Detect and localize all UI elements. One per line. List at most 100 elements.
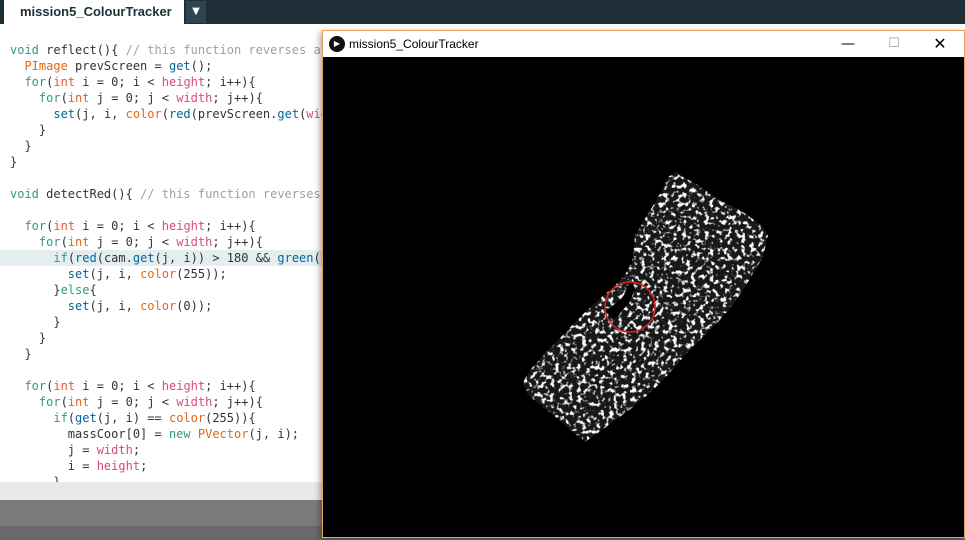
code-line[interactable]: for(int i = 0; i < height; i++){: [0, 218, 330, 234]
sketch-window: ▶ mission5_ColourTracker — ☐ ✕: [322, 30, 965, 538]
code-token: i = 0; i <: [75, 219, 162, 233]
code-token: void: [10, 187, 39, 201]
code-token: width: [176, 395, 213, 409]
code-token: (255)){: [205, 411, 256, 425]
sketch-titlebar[interactable]: ▶ mission5_ColourTracker — ☐ ✕: [323, 31, 964, 57]
code-line[interactable]: }: [0, 330, 330, 346]
code-token: (j, i) ==: [96, 411, 169, 425]
code-token: width: [176, 91, 213, 105]
code-line[interactable]: for(int i = 0; i < height; i++){: [0, 74, 330, 90]
code-token: j =: [10, 443, 97, 457]
code-text: if(red(cam.get(j, i)) > 180 && green(ca: [0, 251, 335, 265]
code-token: ;: [132, 443, 141, 457]
code-text: }: [0, 475, 61, 482]
code-line[interactable]: if(red(cam.get(j, i)) > 180 && green(ca: [0, 250, 335, 266]
code-token: (j, i,: [89, 267, 141, 281]
code-token: for: [38, 91, 61, 105]
code-token: // this function reverses a: [140, 187, 336, 201]
code-token: for: [24, 75, 47, 89]
code-line[interactable]: i = height;: [0, 458, 330, 474]
code-line[interactable]: for(int i = 0; i < height; i++){: [0, 378, 330, 394]
code-line[interactable]: }: [0, 314, 330, 330]
code-token: (: [60, 395, 68, 409]
code-text: set(j, i, color(0));: [0, 299, 213, 313]
code-line[interactable]: [0, 170, 330, 186]
code-line[interactable]: }: [0, 154, 330, 170]
code-text: for(int i = 0; i < height; i++){: [0, 379, 255, 393]
code-token: color: [125, 107, 162, 121]
code-token: }: [10, 347, 32, 361]
code-line[interactable]: for(int j = 0; j < width; j++){: [0, 234, 330, 250]
code-text: for(int j = 0; j < width; j++){: [0, 91, 263, 105]
code-line[interactable]: }else{: [0, 282, 330, 298]
code-line[interactable]: }: [0, 138, 330, 154]
code-line[interactable]: [0, 362, 330, 378]
code-token: int: [67, 395, 90, 409]
code-line[interactable]: }: [0, 346, 330, 362]
code-token: color: [140, 299, 177, 313]
code-line[interactable]: }: [0, 122, 330, 138]
code-token: massCoor[0] =: [10, 427, 169, 441]
code-token: for: [24, 379, 47, 393]
code-line[interactable]: }: [0, 474, 330, 482]
code-token: (j, i)) > 180 &&: [154, 251, 278, 265]
code-text: for(int i = 0; i < height; i++){: [0, 75, 255, 89]
tab-menu-button[interactable]: ▼: [186, 1, 206, 23]
code-token: green: [277, 251, 314, 265]
code-token: ; j++){: [212, 395, 263, 409]
code-token: (0));: [176, 299, 213, 313]
code-token: get: [168, 59, 191, 73]
code-token: if: [53, 411, 68, 425]
code-token: }: [10, 475, 61, 482]
code-token: height: [96, 459, 141, 473]
code-line[interactable]: set(j, i, color(255));: [0, 266, 330, 282]
code-token: set: [67, 267, 90, 281]
code-text: }: [0, 331, 46, 345]
code-line[interactable]: j = width;: [0, 442, 330, 458]
code-text: j = width;: [0, 443, 140, 457]
code-token: for: [24, 219, 47, 233]
code-line[interactable]: [0, 202, 330, 218]
code-token: i = 0; i <: [75, 379, 162, 393]
code-token: width: [176, 235, 213, 249]
code-line[interactable]: for(int j = 0; j < width; j++){: [0, 394, 330, 410]
code-token: get: [132, 251, 155, 265]
sketch-window-title: mission5_ColourTracker: [349, 37, 479, 51]
code-line[interactable]: set(j, i, color(red(prevScreen.get(widt: [0, 106, 335, 122]
code-token: }: [10, 331, 47, 345]
code-token: int: [67, 235, 90, 249]
code-token: prevScreen =: [67, 59, 169, 73]
code-line[interactable]: massCoor[0] = new PVector(j, i);: [0, 426, 330, 442]
code-token: (: [60, 91, 68, 105]
code-token: void: [10, 43, 39, 57]
code-line[interactable]: if(get(j, i) == color(255)){: [0, 410, 330, 426]
code-line[interactable]: set(j, i, color(0));: [0, 298, 330, 314]
code-token: (: [67, 251, 76, 265]
code-token: detectRed(){: [38, 187, 141, 201]
code-line[interactable]: for(int j = 0; j < width; j++){: [0, 90, 330, 106]
code-text: PImage prevScreen = get();: [0, 59, 212, 73]
tab-sketch[interactable]: mission5_ColourTracker: [4, 0, 184, 24]
code-token: color: [168, 411, 206, 425]
maximize-button[interactable]: ☐: [871, 31, 917, 57]
code-token: red: [168, 107, 191, 121]
ide-header: mission5_ColourTracker ▼: [0, 0, 965, 24]
code-line[interactable]: PImage prevScreen = get();: [0, 58, 330, 74]
code-line[interactable]: void detectRed(){ // this function rever…: [0, 186, 335, 202]
close-button[interactable]: ✕: [917, 31, 963, 57]
minimize-button[interactable]: —: [825, 31, 871, 57]
code-token: set: [67, 299, 90, 313]
code-text: }else{: [0, 283, 96, 297]
code-token: ; i++){: [205, 219, 256, 233]
code-token: i =: [10, 459, 97, 473]
code-line[interactable]: void reflect(){ // this function reverse…: [0, 42, 335, 58]
code-text: }: [0, 139, 31, 153]
